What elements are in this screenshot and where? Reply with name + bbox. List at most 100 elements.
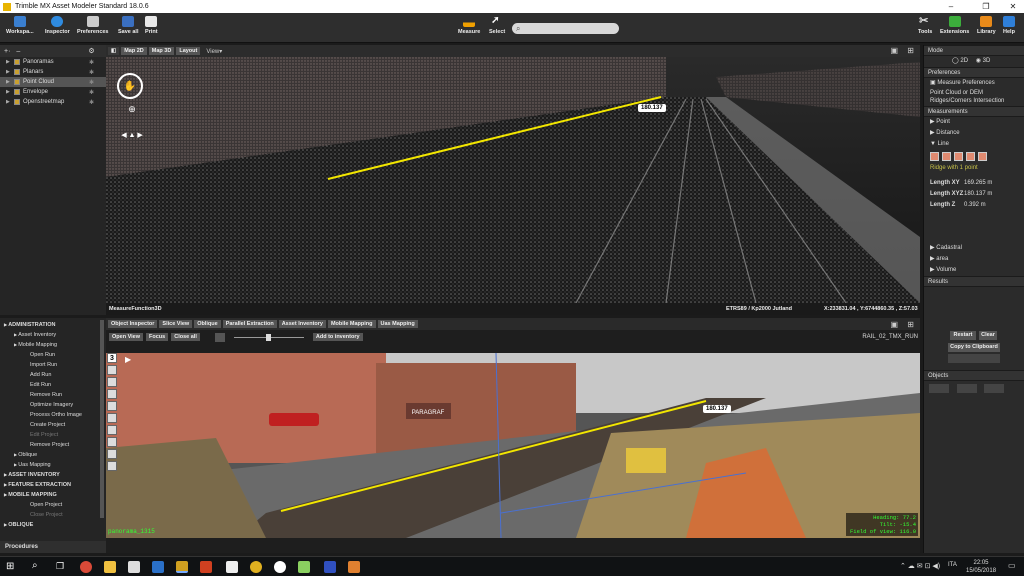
- help-button[interactable]: Help: [1003, 16, 1015, 35]
- procedures-scrollbar[interactable]: [100, 320, 104, 518]
- mail-icon[interactable]: [128, 561, 140, 573]
- line-tool-icon[interactable]: [954, 152, 963, 161]
- line-item[interactable]: ▼ Line: [924, 139, 1024, 150]
- tools-button[interactable]: ✂ Tools: [918, 16, 932, 36]
- procedure-item[interactable]: Optimize Imagery: [0, 400, 106, 410]
- pan-arrows-icon[interactable]: ◀ ▲ ▶: [121, 132, 143, 139]
- powerpoint-icon[interactable]: [200, 561, 212, 573]
- remove-layer-icon[interactable]: –: [16, 48, 20, 55]
- distance-item[interactable]: ▶ Distance: [924, 128, 1024, 139]
- app-icon[interactable]: [250, 561, 262, 573]
- gear-icon[interactable]: ⚙: [88, 47, 94, 55]
- point-cloud-render[interactable]: ✋ ⊕ ◀ ▲ ▶: [106, 57, 920, 303]
- camera-icon[interactable]: [214, 332, 225, 342]
- layer-checkbox[interactable]: [14, 59, 20, 65]
- select-button[interactable]: ➚ Select: [489, 16, 505, 36]
- tray-icons[interactable]: ⌃ ☁ ✉ ⊡ ◀): [900, 562, 940, 570]
- tab-oblique[interactable]: Oblique: [194, 320, 221, 328]
- tab-uas-mapping[interactable]: Uas Mapping: [377, 320, 418, 328]
- clock[interactable]: 22:05 15/05/2018: [966, 559, 996, 575]
- outlook-icon[interactable]: [152, 561, 164, 573]
- procedure-item[interactable]: Process Ortho Image: [0, 410, 106, 420]
- procedure-item[interactable]: Create Project: [0, 420, 106, 430]
- preferences-button[interactable]: Preferences: [77, 16, 109, 35]
- add-layer-icon[interactable]: +·: [4, 48, 10, 55]
- layer-checkbox[interactable]: [14, 89, 20, 95]
- area-item[interactable]: ▶ area: [924, 254, 1024, 265]
- tool-icon[interactable]: [107, 437, 117, 447]
- view-menu[interactable]: View▾: [206, 48, 222, 55]
- task-view-icon[interactable]: ❐: [56, 561, 64, 572]
- line-tool-icon[interactable]: [930, 152, 939, 161]
- measure-button[interactable]: Measure: [458, 16, 480, 35]
- layer-panoramas[interactable]: ▶ Panoramas ✱: [0, 57, 106, 67]
- tab-object-inspector[interactable]: Object Inspector: [108, 320, 158, 328]
- layer-checkbox[interactable]: [14, 99, 20, 105]
- tool-icon[interactable]: [107, 461, 117, 471]
- inspector-button[interactable]: Inspector: [45, 16, 70, 35]
- close-icon[interactable]: ✕: [1002, 0, 1024, 13]
- close-all-button[interactable]: Close all: [171, 333, 200, 341]
- procedure-item[interactable]: ▶ Oblique: [0, 450, 106, 460]
- radio-3d[interactable]: ◉ 3D: [976, 58, 991, 64]
- tool-icon[interactable]: [107, 413, 117, 423]
- expand-icon[interactable]: ▶: [6, 69, 14, 75]
- layer-planars[interactable]: ▶ Planars ✱: [0, 67, 106, 77]
- expand-icon[interactable]: ▶: [6, 59, 14, 65]
- expand-icon[interactable]: ▶: [6, 79, 14, 85]
- layer-openstreetmap[interactable]: ▶ Openstreetmap ✱: [0, 97, 106, 107]
- panorama-image[interactable]: PARAGRAF 3 ▶ 180.137 panorama_1315 Headi…: [106, 353, 920, 538]
- procedure-item[interactable]: Remove Run: [0, 390, 106, 400]
- restart-button[interactable]: Restart: [950, 331, 976, 340]
- tool-icon[interactable]: [107, 449, 117, 459]
- settings-icon[interactable]: [274, 561, 286, 573]
- trimble-app-icon[interactable]: [176, 561, 188, 573]
- play-icon[interactable]: ▶: [125, 355, 131, 364]
- pin-icon[interactable]: ✱: [89, 89, 94, 96]
- layout-tab[interactable]: Layout: [176, 47, 201, 55]
- app-icon[interactable]: [298, 561, 310, 573]
- language-indicator[interactable]: ITA: [948, 562, 957, 568]
- tool-icon[interactable]: [107, 425, 117, 435]
- library-button[interactable]: Library: [977, 16, 996, 35]
- pin-icon[interactable]: ✱: [89, 69, 94, 76]
- tab-mobile-mapping[interactable]: Mobile Mapping: [327, 320, 376, 328]
- search-icon[interactable]: ⌕: [32, 560, 38, 571]
- line-tool-icon[interactable]: [966, 152, 975, 161]
- hand-icon[interactable]: ✋: [124, 79, 136, 92]
- procedure-item[interactable]: ▶ OBLIQUE: [0, 520, 106, 530]
- search-input[interactable]: ⌕: [512, 23, 619, 34]
- tool-icon[interactable]: [107, 401, 117, 411]
- procedure-item[interactable]: ▶ Uas Mapping: [0, 460, 106, 470]
- zoom-icon[interactable]: ⊕: [128, 104, 136, 114]
- line-tool-icon[interactable]: [978, 152, 987, 161]
- tab-asset-inventory[interactable]: Asset Inventory: [278, 320, 326, 328]
- workspace-button[interactable]: Workspa...: [6, 16, 34, 35]
- windows-start-icon[interactable]: ⊞: [6, 561, 14, 572]
- cadastral-item[interactable]: ▶ Cadastral: [924, 243, 1024, 254]
- procedure-item[interactable]: Import Run: [0, 360, 106, 370]
- point-cloud-scene[interactable]: ✋ ⊕ ◀ ▲ ▶ 180.137: [106, 57, 920, 303]
- procedure-item[interactable]: Add Run: [0, 370, 106, 380]
- procedure-item[interactable]: ▶ MOBILE MAPPING: [0, 490, 106, 500]
- notifications-icon[interactable]: ▭: [1008, 561, 1016, 570]
- window-mode-icon[interactable]: ▣: [890, 320, 898, 329]
- restore-icon[interactable]: ❐: [975, 0, 997, 13]
- procedure-item[interactable]: ▶ ASSET INVENTORY: [0, 470, 106, 480]
- procedure-item[interactable]: ▶ FEATURE EXTRACTION: [0, 480, 106, 490]
- pin-icon[interactable]: ✱: [89, 99, 94, 106]
- procedure-item[interactable]: ▶ Mobile Mapping: [0, 340, 106, 350]
- opacity-slider[interactable]: [233, 333, 304, 341]
- slider-thumb[interactable]: [265, 333, 271, 341]
- clear-button[interactable]: Clear: [979, 331, 997, 340]
- procedure-item[interactable]: Remove Project: [0, 440, 106, 450]
- procedure-item[interactable]: ▶ ADMINISTRATION: [0, 320, 106, 330]
- extensions-button[interactable]: Extensions: [940, 16, 969, 35]
- procedure-item[interactable]: ▶ Asset Inventory: [0, 330, 106, 340]
- layer-point-cloud[interactable]: ▶ Point Cloud ✱: [0, 77, 106, 87]
- pin-icon[interactable]: ✱: [89, 59, 94, 66]
- line-tool-icon[interactable]: [942, 152, 951, 161]
- radio-2d[interactable]: ◯ 2D: [952, 58, 968, 64]
- tool-icon[interactable]: [107, 389, 117, 399]
- layer-checkbox[interactable]: [14, 69, 20, 75]
